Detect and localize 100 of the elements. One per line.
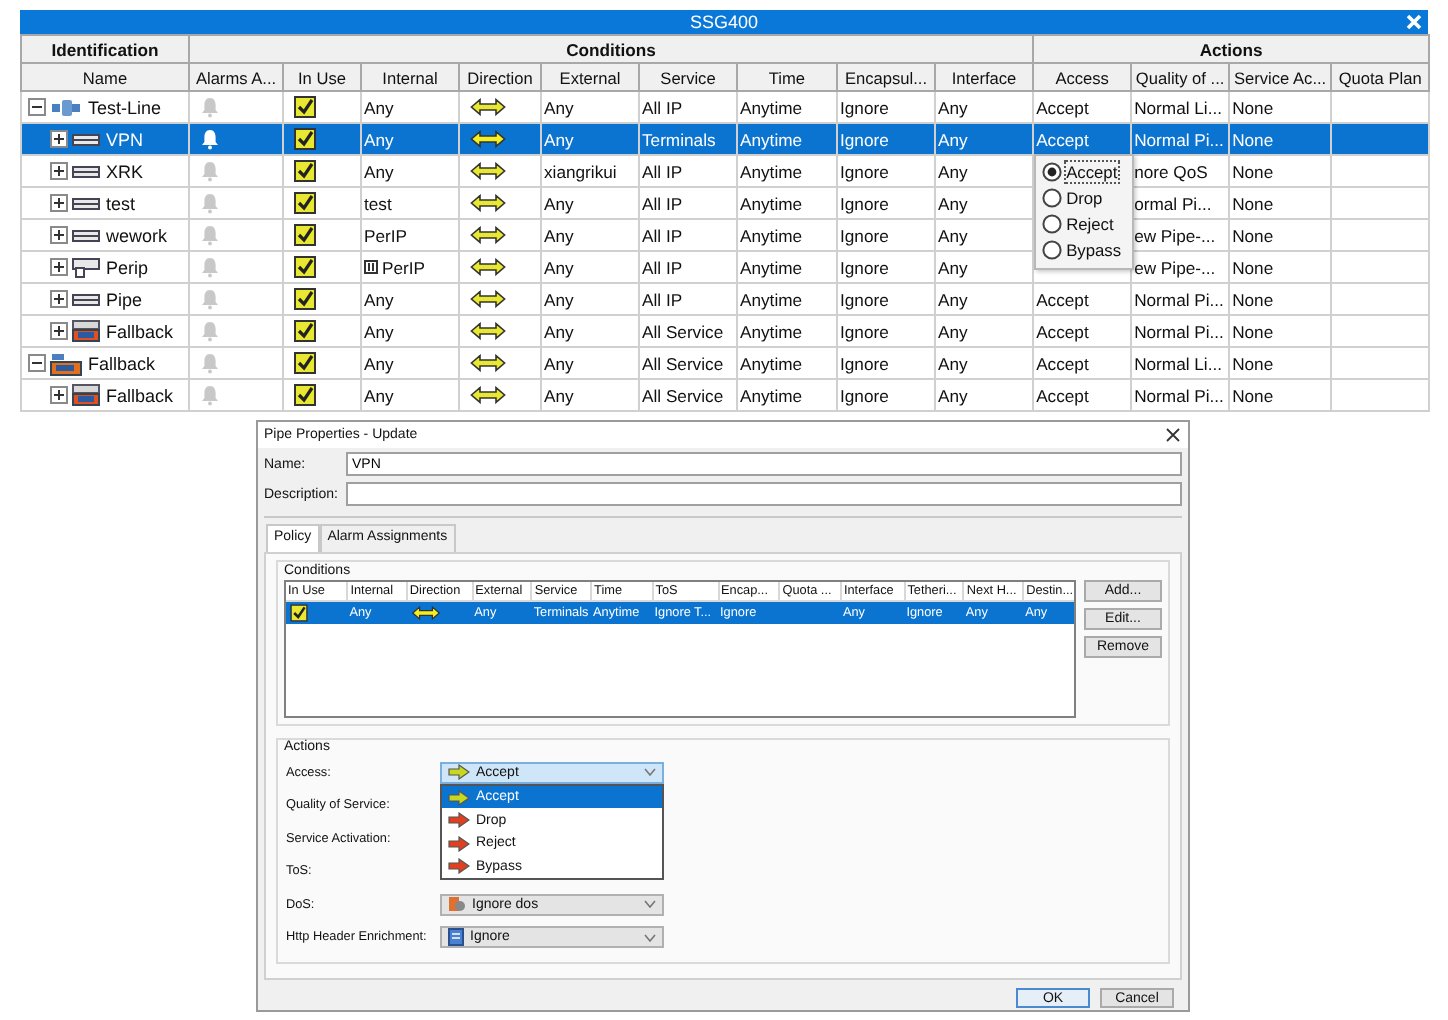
radio-icon[interactable] <box>1042 239 1063 259</box>
double-arrow-icon <box>470 258 506 276</box>
expand-icon[interactable] <box>50 258 68 276</box>
column-header[interactable]: Time <box>737 63 837 91</box>
table-cell: ormal Pi... <box>1131 187 1230 219</box>
table-cell: Any <box>935 379 1034 411</box>
double-arrow-icon <box>470 322 506 340</box>
table-cell: Ignore <box>837 187 935 219</box>
collapse-icon[interactable] <box>28 354 46 372</box>
table-cell: Any <box>935 123 1034 155</box>
chevron-icon <box>644 768 656 777</box>
fallback-icon <box>72 320 100 342</box>
table-cell: None <box>1229 123 1332 155</box>
column-header[interactable]: Service Ac... <box>1229 63 1332 91</box>
column-header[interactable]: Alarms A... <box>189 63 283 91</box>
table-cell: Ignore <box>837 283 935 315</box>
radio-selected-icon[interactable] <box>1042 161 1063 181</box>
bell-icon <box>200 192 220 214</box>
expand-icon[interactable] <box>50 194 68 212</box>
table-cell: Any <box>935 283 1034 315</box>
column-header[interactable]: Internal <box>361 63 459 91</box>
table-row[interactable]: Pipe Any Any All IP Anytime Ignore Any Accept Normal Pi... None <box>21 283 1430 315</box>
radio-icon[interactable] <box>1042 213 1063 233</box>
checked-icon[interactable] <box>294 352 316 374</box>
document-icon <box>448 928 464 947</box>
bell-icon <box>200 160 220 182</box>
table-cell: All Service <box>639 315 737 347</box>
column-header[interactable]: Encapsul... <box>837 63 935 91</box>
table-row[interactable]: Fallback Any Any All Service Anytime Ignore Any Accept Normal Pi... None <box>21 379 1430 411</box>
table-cell: Accept <box>1036 129 1089 149</box>
table-cell: Ignore <box>837 219 935 251</box>
column-header[interactable]: Access <box>1033 63 1132 91</box>
input-field[interactable] <box>346 482 1182 506</box>
table-cell: Any <box>541 315 639 347</box>
tree-item-label[interactable]: XRK <box>106 161 144 181</box>
table-cell: Any <box>541 379 639 411</box>
checked-icon[interactable] <box>294 192 316 214</box>
table-cell: Normal Li... <box>1131 347 1230 379</box>
table-cell: Terminals <box>639 123 737 155</box>
table-cell: Any <box>361 155 459 187</box>
column-header[interactable]: Quota Plan <box>1331 63 1430 91</box>
table-cell: Anytime <box>737 251 837 283</box>
table-cell: Any <box>361 347 459 379</box>
close-icon <box>1406 14 1422 30</box>
table-cell: Any <box>541 347 639 379</box>
checked-icon[interactable] <box>294 256 316 278</box>
menu-option[interactable]: Reject <box>1066 213 1114 233</box>
column-header[interactable]: In Use <box>283 63 361 91</box>
table-cell: Anytime <box>737 155 837 187</box>
double-arrow-icon <box>470 162 506 180</box>
table-cell: Any <box>935 251 1034 283</box>
table-cell: Any <box>361 123 459 155</box>
checked-icon[interactable] <box>294 96 316 118</box>
table-cell: PerIP <box>361 219 459 251</box>
expand-icon[interactable] <box>50 290 68 308</box>
tree-item-label[interactable]: Pipe <box>106 289 143 309</box>
table-row[interactable]: Fallback Any Any All Service Anytime Ignore Any Accept Normal Li... None <box>21 347 1430 379</box>
bell-icon <box>200 128 220 150</box>
expand-icon[interactable] <box>50 322 68 340</box>
table-cell: None <box>1229 251 1332 283</box>
checked-icon[interactable] <box>294 288 316 310</box>
tree-item-label[interactable]: test <box>106 193 136 213</box>
table-cell: Normal Pi... <box>1131 283 1230 315</box>
column-header[interactable]: Quality of ... <box>1131 63 1230 91</box>
column-header[interactable]: Name <box>21 63 189 91</box>
expand-icon[interactable] <box>50 386 68 404</box>
checked-icon[interactable] <box>294 224 316 246</box>
radio-icon[interactable] <box>1042 187 1063 207</box>
table-cell: All IP <box>639 283 737 315</box>
pipe-icon <box>72 291 100 307</box>
collapse-icon[interactable] <box>28 98 46 116</box>
expand-icon[interactable] <box>50 130 68 148</box>
table-cell: Any <box>541 123 639 155</box>
expand-icon[interactable] <box>50 226 68 244</box>
double-arrow-icon <box>470 226 506 244</box>
table-row[interactable]: Fallback Any Any All Service Anytime Ignore Any Accept Normal Pi... None <box>21 315 1430 347</box>
column-header[interactable]: Direction <box>459 63 541 91</box>
close-icon[interactable] <box>1166 428 1180 442</box>
tree-item-label[interactable]: VPN <box>106 129 144 149</box>
table-cell: ew Pipe-... <box>1131 251 1230 283</box>
chevron-icon <box>644 933 656 942</box>
double-arrow-icon <box>470 130 506 148</box>
checked-icon[interactable] <box>294 160 316 182</box>
checked-icon[interactable] <box>294 384 316 406</box>
checked-icon[interactable] <box>290 604 308 622</box>
column-header[interactable]: External <box>541 63 639 91</box>
checked-icon[interactable] <box>294 320 316 342</box>
expand-icon[interactable] <box>50 162 68 180</box>
bell-icon <box>200 256 220 278</box>
table-cell: All IP <box>639 187 737 219</box>
table-cell: Anytime <box>737 315 837 347</box>
pipe-icon <box>72 131 100 147</box>
column-header[interactable]: Interface <box>935 63 1034 91</box>
column-group-header: Actions <box>1033 35 1430 63</box>
checked-icon[interactable] <box>294 128 316 150</box>
pipe-icon <box>72 227 100 243</box>
table-cell: None <box>1229 155 1332 187</box>
table-cell: Anytime <box>737 379 837 411</box>
table-cell: Accept <box>1033 347 1132 379</box>
column-header[interactable]: Service <box>639 63 737 91</box>
